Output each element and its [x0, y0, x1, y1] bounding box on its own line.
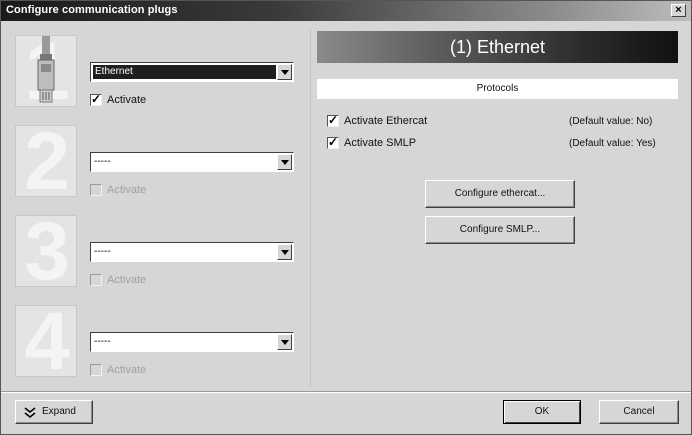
activate-ethercat-label: Activate Ethercat: [344, 115, 428, 127]
ok-button[interactable]: OK: [503, 400, 581, 424]
plug-1-type-combo[interactable]: Ethernet: [90, 62, 294, 82]
protocols-heading: Protocols: [317, 79, 678, 99]
plug-row-4: 4 ----- Activate: [15, 305, 295, 385]
checkmark-icon: ✓: [328, 113, 339, 127]
plug-3-activate-checkbox[interactable]: [90, 274, 102, 286]
plug-details-panel: (1) Ethernet Protocols ✓ Activate Etherc…: [310, 29, 679, 387]
window-title: Configure communication plugs: [6, 4, 178, 16]
plug-number-3: 3: [24, 215, 70, 287]
expand-label: Expand: [42, 406, 76, 417]
plug-4-type-combo[interactable]: -----: [90, 332, 294, 352]
plug-number-2: 2: [24, 125, 70, 197]
close-button[interactable]: ×: [671, 4, 686, 17]
plug-number-tile-4: 4: [15, 305, 77, 377]
checkmark-icon: ✓: [91, 92, 102, 106]
plug-2-activate-checkbox[interactable]: [90, 184, 102, 196]
plug-3-type-combo[interactable]: -----: [90, 242, 294, 262]
activate-ethercat-checkbox[interactable]: ✓: [327, 113, 339, 127]
plug-row-2: 2 ----- Activate: [15, 125, 295, 205]
plug-2-type-combo[interactable]: -----: [90, 152, 294, 172]
plug-4-activate-label: Activate: [107, 364, 147, 376]
plug-3-activate-label: Activate: [107, 274, 147, 286]
chevron-down-icon[interactable]: [277, 244, 292, 260]
plug-1-type-value: Ethernet: [93, 65, 276, 79]
plug-number-tile-1: 1: [15, 35, 77, 107]
plug-number-tile-3: 3: [15, 215, 77, 287]
configure-plugs-dialog: Configure communication plugs × 1 Ethern…: [0, 0, 692, 435]
configure-smlp-button[interactable]: Configure SMLP...: [425, 216, 575, 244]
plug-number-tile-2: 2: [15, 125, 77, 197]
double-chevron-down-icon: [24, 407, 36, 418]
chevron-down-icon[interactable]: [277, 154, 292, 170]
plug-2-type-value: -----: [94, 156, 111, 167]
selected-plug-header: (1) Ethernet: [317, 31, 678, 63]
footer-divider-highlight: [1, 392, 691, 393]
activate-smlp-checkbox[interactable]: ✓: [327, 135, 339, 149]
smlp-default-value: (Default value: Yes): [569, 138, 656, 149]
checkmark-icon: ✓: [328, 135, 339, 149]
configure-ethercat-button[interactable]: Configure ethercat...: [425, 180, 575, 208]
plug-4-type-value: -----: [94, 336, 111, 347]
plug-2-activate-label: Activate: [107, 184, 147, 196]
plug-4-activate-checkbox[interactable]: [90, 364, 102, 376]
title-bar[interactable]: Configure communication plugs ×: [1, 1, 691, 21]
plug-row-3: 3 ----- Activate: [15, 215, 295, 295]
expand-button[interactable]: Expand: [15, 400, 93, 424]
chevron-down-icon[interactable]: [277, 64, 292, 80]
plug-3-type-value: -----: [94, 246, 111, 257]
ethercat-default-value: (Default value: No): [569, 116, 653, 127]
activate-smlp-label: Activate SMLP: [344, 137, 417, 149]
plug-1-activate-checkbox[interactable]: ✓: [90, 92, 102, 106]
plug-row-1: 1 Ethernet ✓ Activate: [15, 35, 295, 115]
cancel-button[interactable]: Cancel: [599, 400, 679, 424]
plug-1-activate-label: Activate: [107, 94, 147, 106]
chevron-down-icon[interactable]: [277, 334, 292, 350]
plug-number-4: 4: [24, 305, 70, 377]
ethernet-cable-icon: [37, 36, 55, 103]
